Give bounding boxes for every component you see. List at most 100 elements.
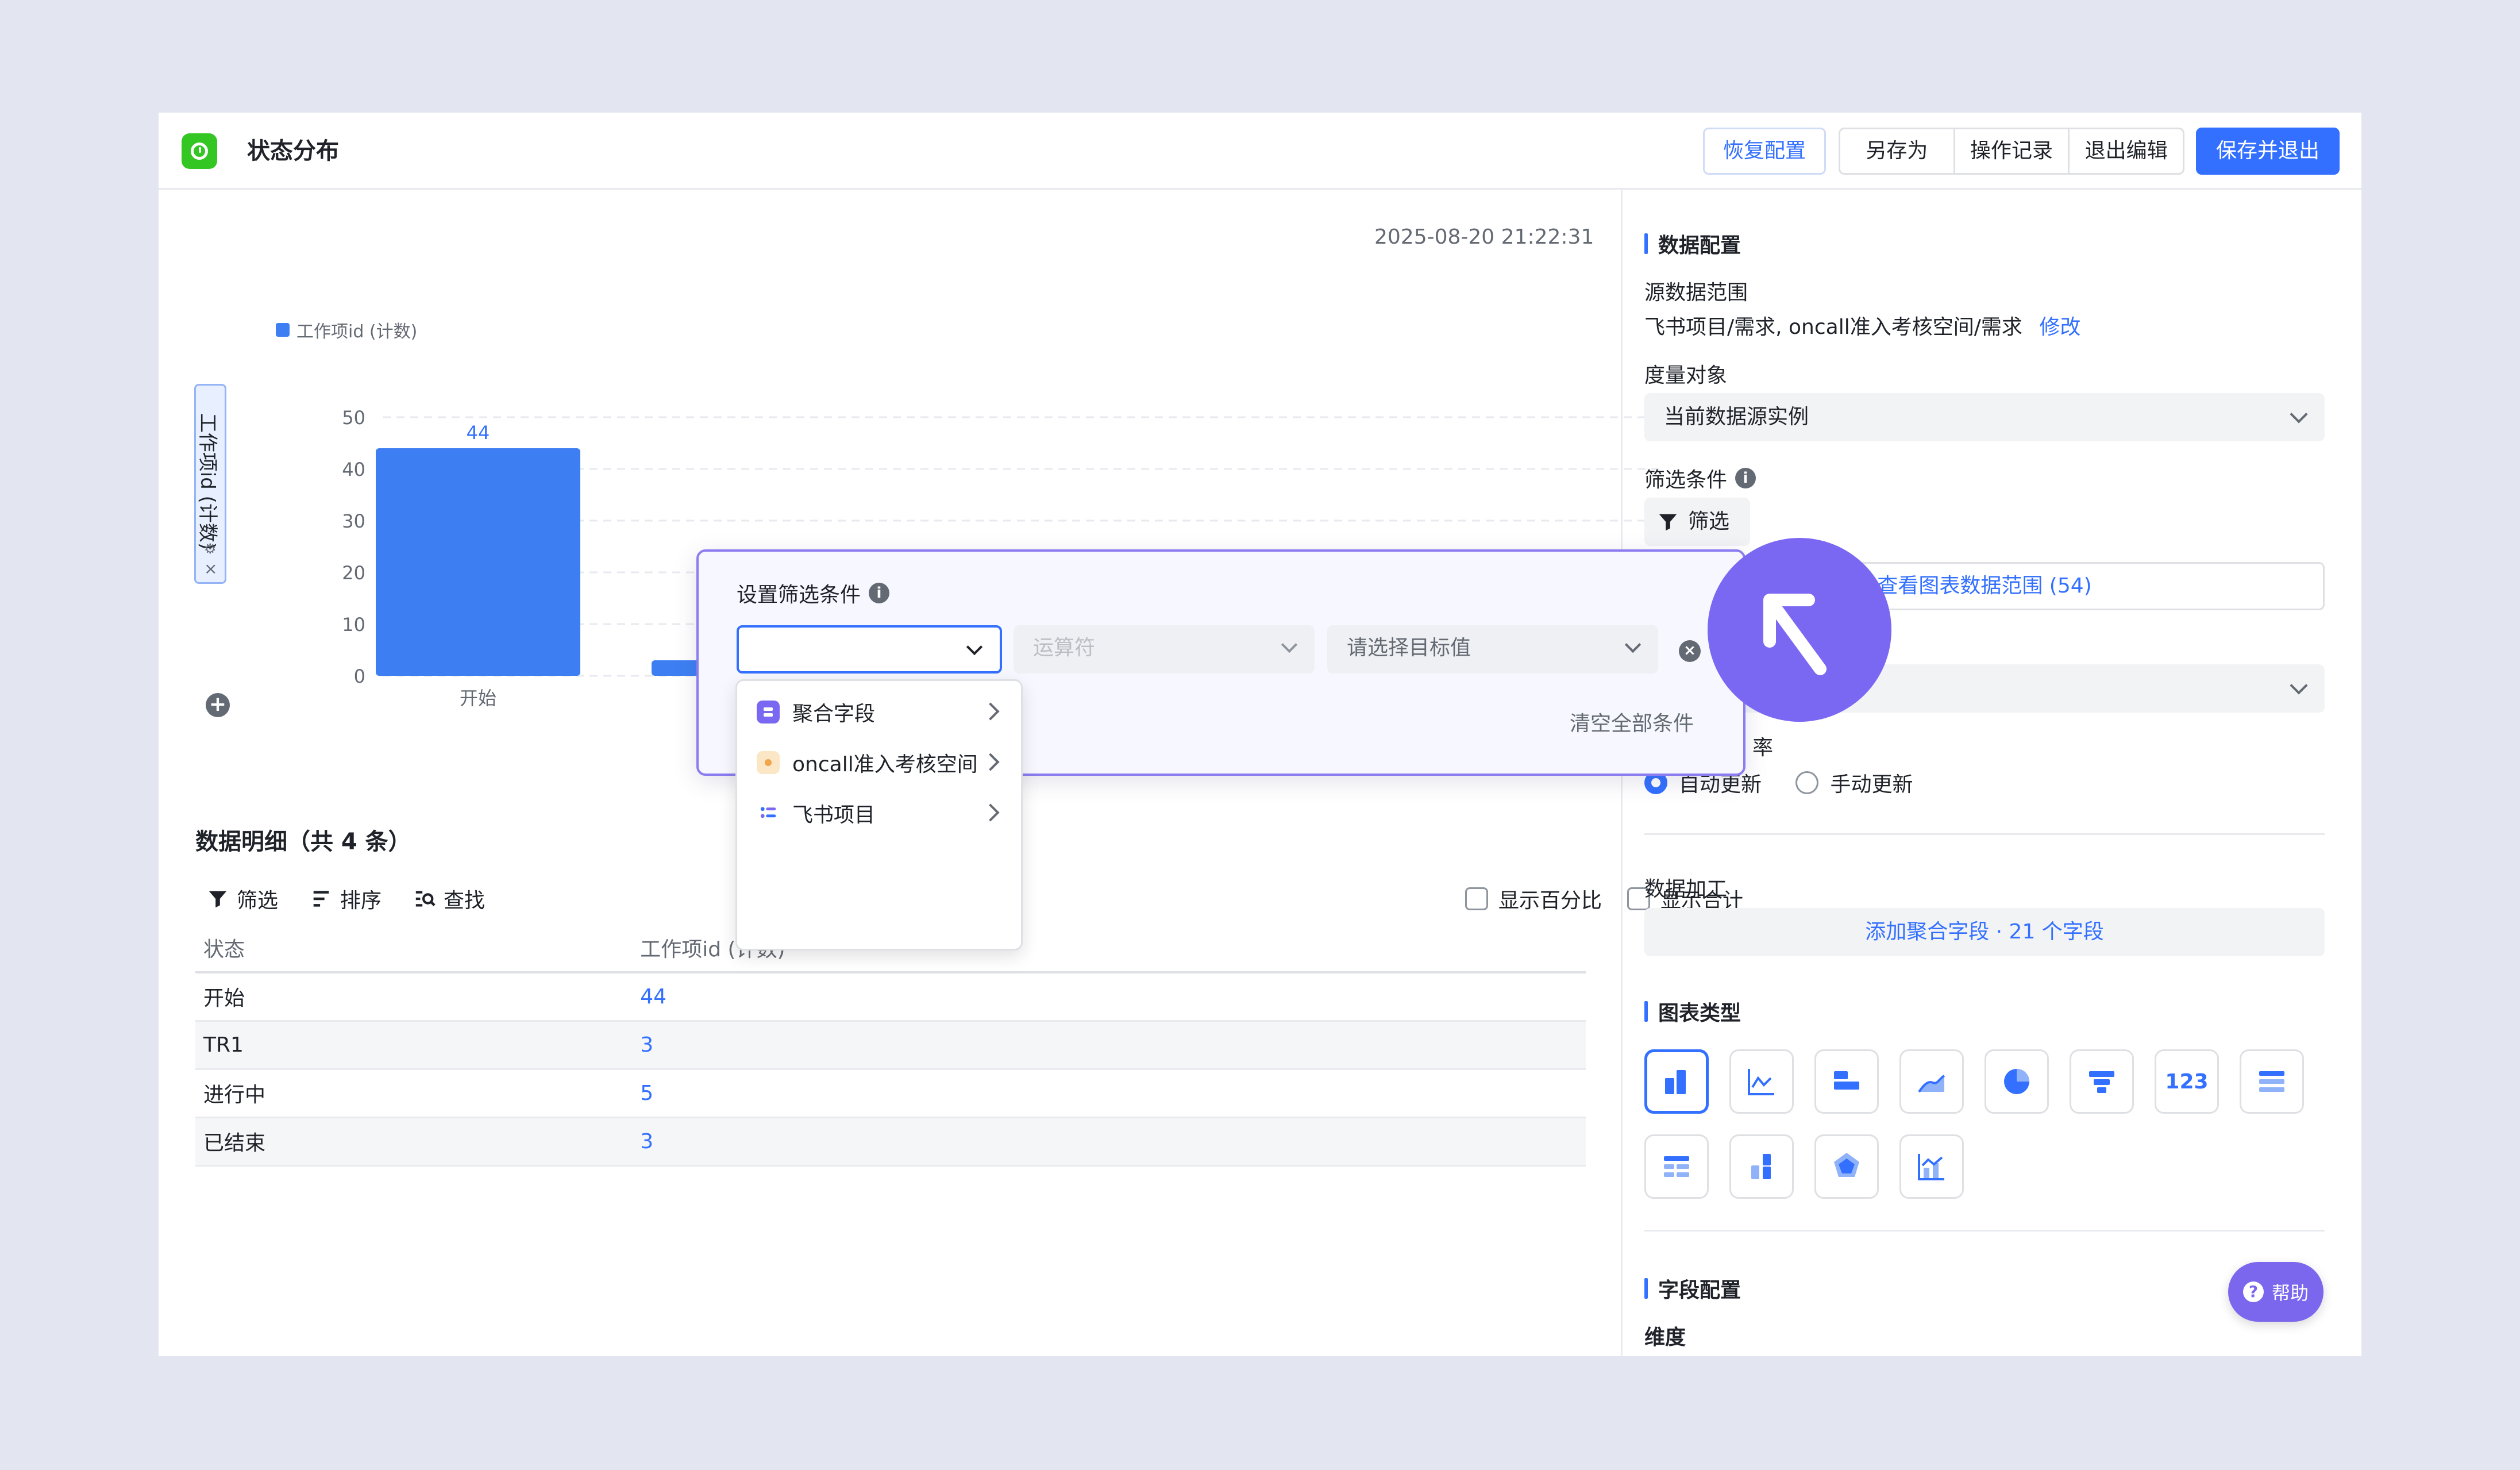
info-icon[interactable]: i <box>869 583 890 603</box>
project-icon <box>757 802 780 825</box>
top-bar: 状态分布 恢复配置 另存为 操作记录 退出编辑 保存并退出 <box>159 113 2361 190</box>
sort-tool-button[interactable]: 排序 <box>310 884 382 914</box>
menu-item-feishu-project[interactable]: 飞书项目 <box>737 789 1021 837</box>
operator-placeholder: 运算符 <box>1033 636 1096 660</box>
dimension-label: 维度 <box>1644 1326 1686 1349</box>
pivot-table-icon[interactable] <box>1644 1134 1709 1199</box>
info-icon[interactable]: i <box>1735 468 1756 488</box>
update-frequency-label: 率 <box>1752 736 1774 760</box>
save-as-button[interactable]: 另存为 <box>1840 129 1953 173</box>
filter-tool-button[interactable]: 筛选 <box>207 884 278 914</box>
column-header-status[interactable]: 状态 <box>195 924 633 973</box>
view-data-range-label: 查看图表数据范围 (54) <box>1877 574 2092 598</box>
stacked-bar-icon[interactable] <box>1729 1134 1794 1199</box>
radar-chart-icon[interactable] <box>1814 1134 1879 1199</box>
field-select[interactable] <box>737 625 1002 674</box>
count-cell[interactable]: 5 <box>632 1069 1586 1118</box>
y-tick-label: 0 <box>354 665 365 687</box>
operator-select[interactable]: 运算符 <box>1014 625 1315 674</box>
source-range-value: 飞书项目/需求, oncall准入考核空间/需求 <box>1644 315 2022 339</box>
popover-title: 设置筛选条件 <box>737 583 861 607</box>
add-aggregate-field-link[interactable]: 添加聚合字段 · 21 个字段 <box>1644 908 2325 956</box>
filter-tool-label: 筛选 <box>237 889 279 913</box>
section-divider <box>1644 1230 2325 1232</box>
modify-link[interactable]: 修改 <box>2039 315 2080 339</box>
sort-tool-label: 排序 <box>340 889 382 913</box>
manual-update-radio[interactable]: 手动更新 <box>1795 768 1913 798</box>
chevron-down-icon <box>2290 676 2308 695</box>
target-value-select[interactable]: 请选择目标值 <box>1327 625 1658 674</box>
combo-chart-icon[interactable] <box>1899 1134 1964 1199</box>
history-button[interactable]: 操作记录 <box>1953 129 2068 173</box>
line-chart-icon[interactable] <box>1729 1049 1794 1114</box>
number-card-icon[interactable]: 123 <box>2155 1049 2219 1114</box>
target-value-placeholder: 请选择目标值 <box>1347 636 1471 660</box>
count-cell[interactable]: 44 <box>632 972 1586 1022</box>
status-cell: TR1 <box>195 1021 633 1070</box>
chevron-down-icon <box>2290 405 2308 424</box>
chart-app-icon <box>182 133 217 169</box>
data-label: 44 <box>467 422 490 444</box>
remove-condition-icon[interactable]: × <box>1679 640 1701 662</box>
list-table-icon[interactable] <box>2240 1049 2304 1114</box>
status-cell: 开始 <box>195 972 633 1022</box>
help-button[interactable]: ? 帮助 <box>2228 1262 2324 1322</box>
chevron-down-icon <box>1281 636 1298 653</box>
table-row: TR1 3 <box>195 1021 1586 1070</box>
chevron-right-icon <box>981 702 1000 721</box>
field-dropdown-menu: 聚合字段 oncall准入考核空间 飞书项目 <box>735 679 1023 951</box>
measure-select[interactable]: 当前数据源实例 <box>1644 393 2325 441</box>
checkbox-box[interactable] <box>1465 887 1488 910</box>
pie-chart-icon[interactable] <box>1985 1049 2049 1114</box>
save-and-exit-button[interactable]: 保存并退出 <box>2196 128 2340 175</box>
popover-title-row: 设置筛选条件 i <box>737 578 890 608</box>
search-tool-button[interactable]: 查找 <box>414 884 485 914</box>
find-icon <box>415 891 436 907</box>
exit-edit-button[interactable]: 退出编辑 <box>2068 129 2183 173</box>
area-chart-icon[interactable] <box>1899 1049 1964 1114</box>
question-icon: ? <box>2242 1282 2264 1302</box>
menu-item-label: oncall准入考核空间 <box>792 753 976 776</box>
funnel-chart-icon[interactable] <box>2070 1049 2134 1114</box>
chart-legend[interactable]: 工作项id (计数) <box>276 317 417 343</box>
bar-chart-icon[interactable] <box>1644 1049 1709 1114</box>
radio-icon <box>1795 771 1819 794</box>
section-divider <box>1644 833 2325 835</box>
close-icon[interactable]: × <box>204 559 217 578</box>
help-label: 帮助 <box>2271 1282 2309 1304</box>
page-title: 状态分布 <box>247 138 339 164</box>
update-timestamp: 2025-08-20 21:22:31 <box>1374 225 1594 249</box>
restore-config-button[interactable]: 恢复配置 <box>1703 128 1826 175</box>
count-cell[interactable]: 3 <box>632 1117 1586 1167</box>
detail-title: 数据明细（共 4 条） <box>195 829 411 855</box>
y-tick-label: 40 <box>342 459 365 480</box>
data-processing-label: 数据加工 <box>1644 878 1728 901</box>
horizontal-bar-icon[interactable] <box>1814 1049 1879 1114</box>
count-cell[interactable]: 3 <box>632 1021 1586 1070</box>
filter-icon <box>1659 514 1677 531</box>
number-card-text: 123 <box>2165 1069 2209 1094</box>
menu-item-aggregate[interactable]: 聚合字段 <box>737 688 1021 736</box>
chart-type-title: 图表类型 <box>1644 996 1741 1026</box>
measure-value: 当前数据源实例 <box>1664 405 1809 429</box>
search-tool-label: 查找 <box>444 889 485 913</box>
gear-icon[interactable]: ⚙ <box>204 541 217 557</box>
config-panel: 数据配置 源数据范围 飞书项目/需求, oncall准入考核空间/需求 修改 度… <box>1644 190 2346 1356</box>
chevron-right-icon <box>981 753 1000 771</box>
clear-all-conditions-button[interactable]: 清空全部条件 <box>1570 707 1694 737</box>
space-icon <box>757 751 780 774</box>
table-row: 开始 44 <box>195 972 1586 1022</box>
y-tick-label: 30 <box>342 510 365 532</box>
data-config-title: 数据配置 <box>1644 229 1741 259</box>
pointer-cursor-icon <box>1708 538 1891 722</box>
chevron-down-icon <box>966 638 983 656</box>
show-percent-checkbox[interactable]: 显示百分比 <box>1465 884 1602 914</box>
status-cell: 已结束 <box>195 1117 633 1167</box>
menu-item-oncall-space[interactable]: oncall准入考核空间 <box>737 738 1021 787</box>
chevron-right-icon <box>981 803 1000 822</box>
menu-item-label: 聚合字段 <box>792 702 876 726</box>
chart-type-grid: 123 <box>1644 1049 2304 1199</box>
y-axis-field-tag[interactable]: 工作项id (计数) ⚙ × <box>194 384 226 584</box>
add-field-icon[interactable]: + <box>206 693 230 717</box>
action-button-group: 另存为 操作记录 退出编辑 <box>1839 128 2184 175</box>
